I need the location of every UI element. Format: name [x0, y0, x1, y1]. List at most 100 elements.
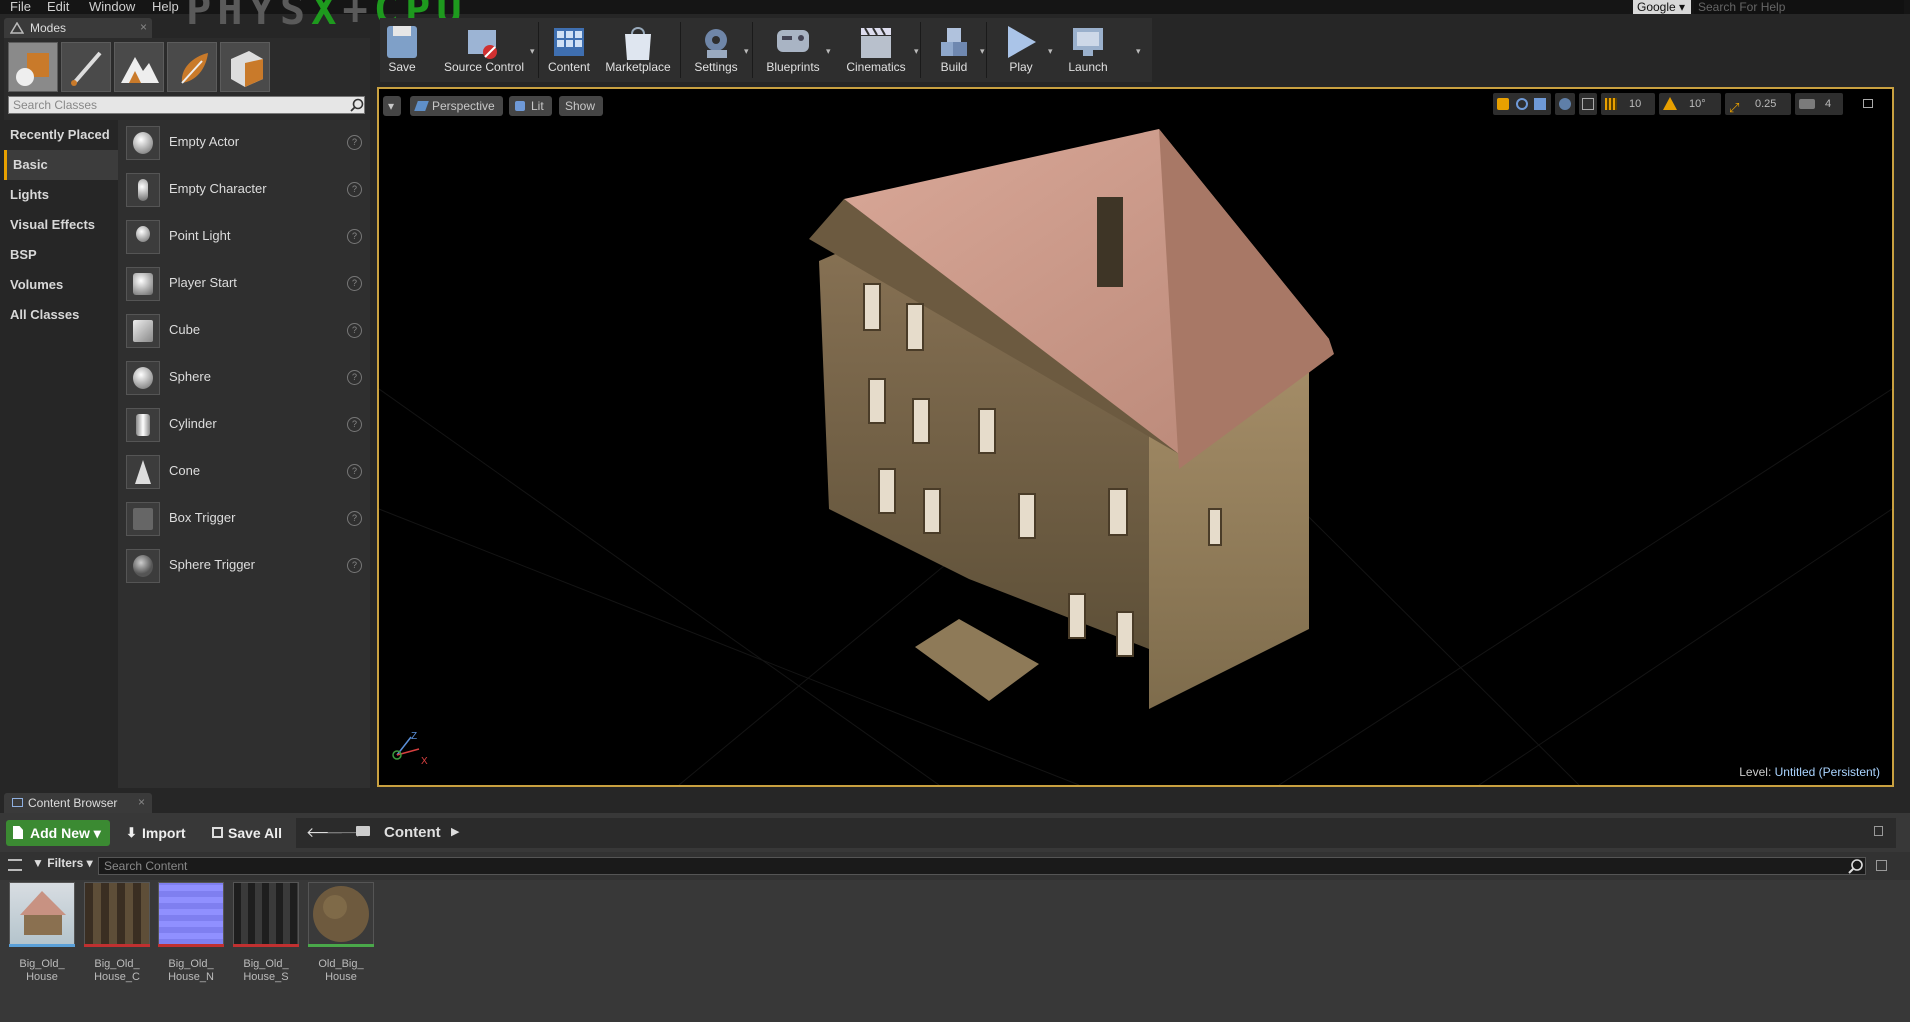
launch-button[interactable]: Launch [1056, 18, 1120, 82]
viewport-options-dropdown[interactable]: ▾ [383, 96, 401, 116]
play-button[interactable]: Play ▾ [990, 18, 1053, 82]
rotation-snap-control[interactable]: 10° [1659, 93, 1721, 115]
help-icon[interactable]: ? [347, 417, 362, 432]
help-icon[interactable]: ? [347, 276, 362, 291]
class-item[interactable]: Cube? [118, 308, 370, 355]
transform-tools-group [1493, 93, 1551, 115]
scale-tool-icon[interactable] [1534, 98, 1546, 110]
surface-snap-toggle[interactable] [1579, 93, 1597, 115]
help-search-input[interactable]: Search For Help [1694, 0, 1904, 14]
settings-button[interactable]: Settings ▾ [684, 18, 749, 82]
launch-icon [1073, 28, 1103, 56]
geometry-edit-mode-button[interactable] [220, 42, 270, 92]
scale-snap-control[interactable]: ⤢ 0.25 [1725, 93, 1791, 115]
settings-button-label: Settings [694, 60, 738, 74]
perspective-dropdown[interactable]: Perspective [410, 96, 503, 116]
class-item[interactable]: Empty Actor? [118, 120, 370, 167]
help-icon[interactable]: ? [347, 182, 362, 197]
level-name: Untitled (Persistent) [1774, 765, 1880, 779]
category-basic[interactable]: Basic [4, 150, 118, 180]
source-control-button[interactable]: Source Control ▾ [434, 18, 535, 82]
content-browser-tab[interactable]: Content Browser × [4, 793, 152, 813]
add-new-button[interactable]: Add New ▾ [6, 820, 110, 846]
help-icon[interactable]: ? [347, 135, 362, 150]
camera-speed-value: 4 [1825, 98, 1832, 110]
class-item[interactable]: Cylinder? [118, 402, 370, 449]
show-flags-dropdown[interactable]: Show [559, 96, 604, 116]
chevron-down-icon[interactable]: ▾ [1048, 46, 1053, 57]
rotate-tool-icon[interactable] [1516, 98, 1528, 110]
category-all-classes[interactable]: All Classes [4, 300, 118, 330]
class-item[interactable]: Player Start? [118, 261, 370, 308]
class-item[interactable]: Sphere Trigger? [118, 543, 370, 590]
help-icon[interactable]: ? [347, 511, 362, 526]
class-label: Sphere [169, 369, 211, 384]
class-item[interactable]: Box Trigger? [118, 496, 370, 543]
launch-chevron-down-icon[interactable]: ▾ [1136, 46, 1141, 57]
sources-panel-toggle-icon[interactable] [8, 859, 22, 871]
marketplace-button[interactable]: Marketplace [598, 18, 678, 82]
save-all-button[interactable]: Save All [210, 820, 282, 846]
content-button[interactable]: Content [542, 18, 596, 82]
place-mode-button[interactable] [8, 42, 58, 92]
category-bsp[interactable]: BSP [4, 240, 118, 270]
menu-edit[interactable]: Edit [47, 0, 69, 14]
landscape-mode-button[interactable] [114, 42, 164, 92]
level-viewport[interactable]: ▾ Perspective Lit Show 10 10° ⤢ 0.25 4 Z… [377, 87, 1894, 787]
menu-file[interactable]: File [10, 0, 31, 14]
level-indicator: Level: Untitled (Persistent) [1739, 765, 1880, 779]
camera-speed-control[interactable]: 4 [1795, 93, 1843, 115]
help-icon[interactable]: ? [347, 558, 362, 573]
camera-speed-icon [1799, 99, 1815, 109]
grid-snap-control[interactable]: 10 [1601, 93, 1655, 115]
paint-mode-button[interactable] [61, 42, 111, 92]
class-item[interactable]: Point Light? [118, 214, 370, 261]
search-classes-input[interactable]: Search Classes [8, 96, 365, 114]
menu-window[interactable]: Window [89, 0, 135, 14]
search-provider-dropdown[interactable]: Google ▾ [1633, 0, 1691, 14]
world-local-toggle[interactable] [1555, 93, 1575, 115]
category-lights[interactable]: Lights [4, 180, 118, 210]
build-button-label: Build [940, 60, 968, 74]
help-icon[interactable]: ? [347, 323, 362, 338]
content-browser-close-icon[interactable]: × [138, 795, 145, 809]
filters-dropdown[interactable]: ▼ Filters ▾ [32, 856, 93, 870]
search-content-input[interactable]: Search Content [98, 857, 1866, 875]
chevron-down-icon[interactable]: ▾ [744, 46, 749, 57]
help-icon[interactable]: ? [347, 370, 362, 385]
help-icon[interactable]: ? [347, 464, 362, 479]
category-volumes[interactable]: Volumes [4, 270, 118, 300]
view-options-icon[interactable] [1876, 860, 1887, 871]
modes-tab-close-icon[interactable]: × [140, 20, 147, 34]
lock-icon[interactable] [1874, 826, 1883, 836]
category-visual-effects[interactable]: Visual Effects [4, 210, 118, 240]
save-button[interactable]: Save [380, 18, 424, 82]
class-item[interactable]: Cone? [118, 449, 370, 496]
chevron-down-icon[interactable]: ▾ [980, 46, 985, 57]
menu-help[interactable]: Help [152, 0, 179, 14]
chevron-down-icon[interactable]: ▾ [530, 46, 535, 57]
blueprints-button[interactable]: Blueprints ▾ [756, 18, 831, 82]
class-item[interactable]: Empty Character? [118, 167, 370, 214]
lit-view-mode-dropdown[interactable]: Lit [509, 96, 552, 116]
chevron-down-icon[interactable]: ▾ [826, 46, 831, 57]
source-control-label: Source Control [443, 60, 525, 74]
landscape-mountain-icon [121, 57, 159, 83]
help-icon[interactable]: ? [347, 229, 362, 244]
filters-label: Filters [47, 856, 84, 870]
cinematics-button[interactable]: Cinematics ▾ [834, 18, 919, 82]
build-button[interactable]: Build ▾ [924, 18, 985, 82]
breadcrumb-content[interactable]: Content [384, 824, 441, 841]
class-item[interactable]: Sphere? [118, 355, 370, 402]
toolbar-divider [680, 22, 681, 78]
translate-tool-icon[interactable] [1497, 98, 1509, 110]
import-button[interactable]: ⬇ Import [124, 820, 186, 846]
class-label: Cone [169, 463, 201, 478]
breadcrumb-chevron-right-icon[interactable]: ▶ [451, 825, 459, 838]
foliage-mode-button[interactable] [167, 42, 217, 92]
maximize-viewport-icon[interactable] [1863, 99, 1873, 108]
chevron-down-icon[interactable]: ▾ [914, 46, 919, 57]
category-recently-placed[interactable]: Recently Placed [4, 120, 118, 150]
class-thumbnail [126, 314, 160, 348]
modes-tab[interactable]: Modes × [4, 18, 152, 38]
